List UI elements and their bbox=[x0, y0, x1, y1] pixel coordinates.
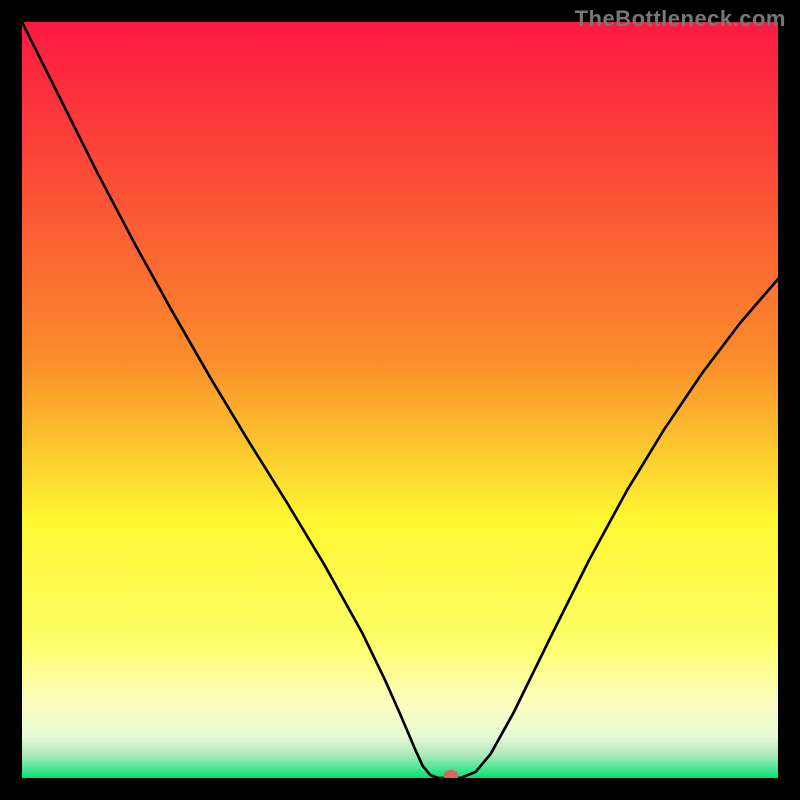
optimum-marker bbox=[443, 770, 458, 778]
plot-area bbox=[22, 22, 778, 778]
watermark-text: TheBottleneck.com bbox=[575, 6, 786, 32]
chart-frame: TheBottleneck.com bbox=[0, 0, 800, 800]
bottleneck-curve-layer bbox=[22, 22, 778, 778]
bottleneck-curve bbox=[22, 22, 778, 778]
